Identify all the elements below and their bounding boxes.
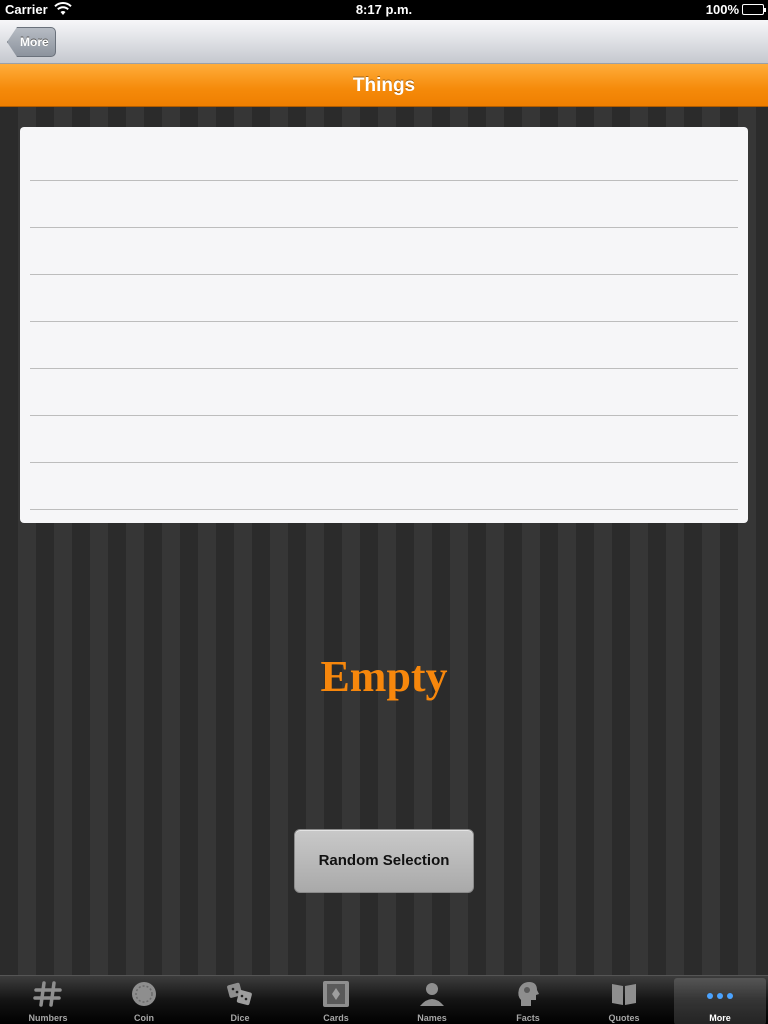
more-dots-icon [707, 993, 733, 999]
cards-icon [323, 981, 349, 1007]
hash-icon [33, 981, 62, 1007]
tab-quotes[interactable]: Quotes [576, 976, 672, 1024]
random-selection-button[interactable]: Random Selection [294, 829, 474, 893]
tab-more[interactable]: More [674, 978, 766, 1024]
tab-label: Cards [323, 1013, 349, 1023]
list-row[interactable] [30, 463, 738, 510]
list-row[interactable] [30, 127, 738, 181]
list-row[interactable] [30, 369, 738, 416]
tab-label: Names [417, 1013, 447, 1023]
coin-icon [132, 982, 156, 1006]
tab-names[interactable]: Names [384, 976, 480, 1024]
list-row[interactable] [30, 228, 738, 275]
tab-label: Dice [230, 1013, 250, 1023]
status-time: 8:17 p.m. [355, 2, 413, 17]
status-bar: Carrier 8:17 p.m. 100% [0, 0, 768, 20]
tab-facts[interactable]: Facts [480, 976, 576, 1024]
tab-label: Numbers [28, 1013, 68, 1023]
tab-label: Facts [516, 1013, 540, 1023]
list-row[interactable] [30, 416, 738, 463]
tab-label: More [709, 1013, 731, 1023]
battery-icon [742, 4, 766, 15]
book-icon [612, 984, 636, 1005]
back-button-more[interactable]: More [7, 27, 56, 57]
tab-cards[interactable]: Cards [288, 976, 384, 1024]
main-content: Empty Random Selection [0, 107, 768, 975]
tab-dice[interactable]: Dice [192, 976, 288, 1024]
tab-coin[interactable]: Coin [96, 976, 192, 1024]
tab-label: Coin [134, 1013, 154, 1023]
head-icon [518, 982, 539, 1006]
navigation-bar: More [0, 20, 768, 64]
dice-icon [227, 982, 252, 1006]
list-row[interactable] [30, 181, 738, 228]
things-list[interactable] [20, 127, 748, 523]
tab-label: Quotes [608, 1013, 640, 1023]
battery-percent: 100% [705, 2, 739, 17]
list-row[interactable] [30, 275, 738, 322]
page-title: Things [0, 64, 768, 107]
person-icon [420, 983, 444, 1006]
tab-bar: Numbers Coin Dice Cards Names Facts Quot… [0, 975, 768, 1024]
list-row[interactable] [30, 322, 738, 369]
empty-result-label: Empty [320, 652, 448, 701]
tab-numbers[interactable]: Numbers [0, 976, 96, 1024]
